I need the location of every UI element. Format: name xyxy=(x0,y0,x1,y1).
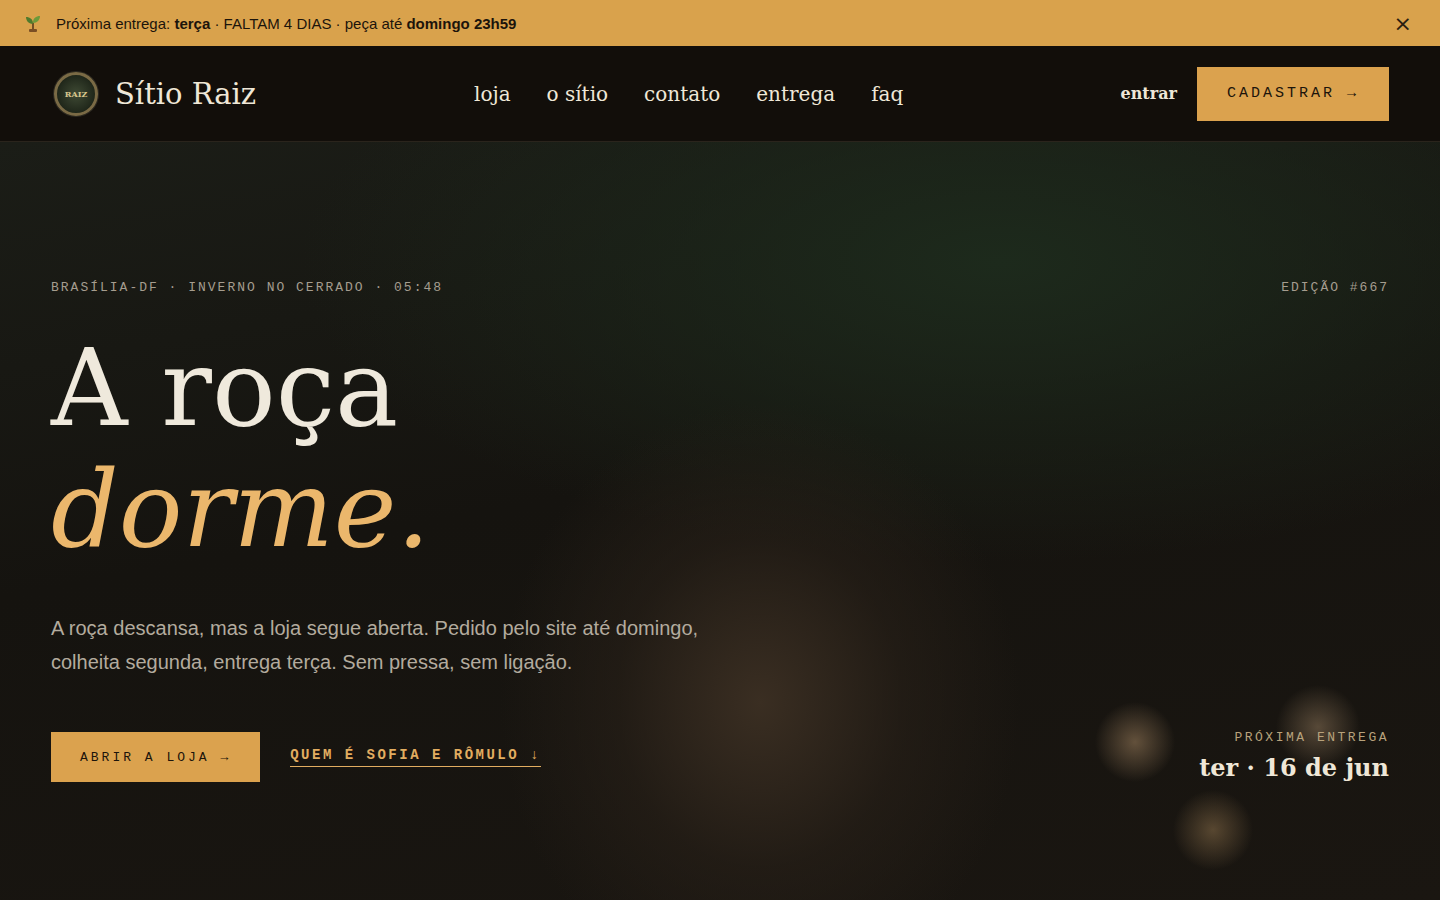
page: Próxima entrega: terça · FALTAM 4 DIAS ·… xyxy=(0,0,1440,900)
signup-button[interactable]: CADASTRAR → xyxy=(1197,67,1389,121)
banner-text-part: · FALTAM 4 DIAS · peça até xyxy=(210,15,406,32)
hero-title: A roçadorme. xyxy=(51,329,1389,571)
hero-title-line: A roça xyxy=(51,329,1389,450)
nav-link[interactable]: loja xyxy=(474,82,511,106)
sprout-icon xyxy=(24,14,42,32)
banner-text-part: domingo 23h59 xyxy=(406,15,516,32)
hero-lead: A roça descansa, mas a loja segue aberta… xyxy=(51,611,751,679)
next-delivery-date: ter · 16 de jun xyxy=(1199,753,1389,782)
next-delivery: PRÓXIMA ENTREGA ter · 16 de jun xyxy=(1199,730,1389,782)
brand-name: Sítio Raiz xyxy=(115,77,256,111)
nav-link[interactable]: contato xyxy=(644,82,720,106)
nav-links: loja o sítio contato entrega faq xyxy=(434,82,1121,106)
hero-meta-row: BRASÍLIA-DF · INVERNO NO CERRADO · 05:48… xyxy=(51,280,1389,295)
banner-text-part: terça xyxy=(174,15,210,32)
brand-link[interactable]: RAIZ Sítio Raiz xyxy=(54,72,434,116)
hero-bottom-row: ABRIR A LOJA → QUEM É SOFIA E RÔMULO ↓ PRÓ… xyxy=(51,730,1389,782)
next-delivery-label: PRÓXIMA ENTREGA xyxy=(1234,730,1389,745)
edition-label: EDIÇÃO #667 xyxy=(1281,280,1389,295)
login-link[interactable]: entrar xyxy=(1121,84,1177,103)
nav-actions: entrar CADASTRAR → xyxy=(1121,67,1389,121)
hero-title-accent: dorme. xyxy=(51,450,1389,571)
announcement-banner: Próxima entrega: terça · FALTAM 4 DIAS ·… xyxy=(0,0,1440,46)
banner-text-part: Próxima entrega: xyxy=(56,15,174,32)
about-link[interactable]: QUEM É SOFIA E RÔMULO ↓ xyxy=(290,747,541,767)
banner-close-button[interactable]: × xyxy=(1390,11,1416,36)
nav-link[interactable]: o sítio xyxy=(547,82,609,106)
banner-text: Próxima entrega: terça · FALTAM 4 DIAS ·… xyxy=(56,15,1376,32)
logo-icon: RAIZ xyxy=(54,72,98,116)
nav-link[interactable]: entrega xyxy=(756,82,835,106)
navbar: RAIZ Sítio Raiz loja o sítio contato entrega f… xyxy=(0,46,1440,142)
hero-meta: BRASÍLIA-DF · INVERNO NO CERRADO · 05:48 xyxy=(51,280,443,295)
open-shop-button[interactable]: ABRIR A LOJA → xyxy=(51,732,260,782)
hero-actions: ABRIR A LOJA → QUEM É SOFIA E RÔMULO ↓ xyxy=(51,732,541,782)
hero: BRASÍLIA-DF · INVERNO NO CERRADO · 05:48… xyxy=(0,142,1440,900)
nav-link[interactable]: faq xyxy=(871,82,903,106)
